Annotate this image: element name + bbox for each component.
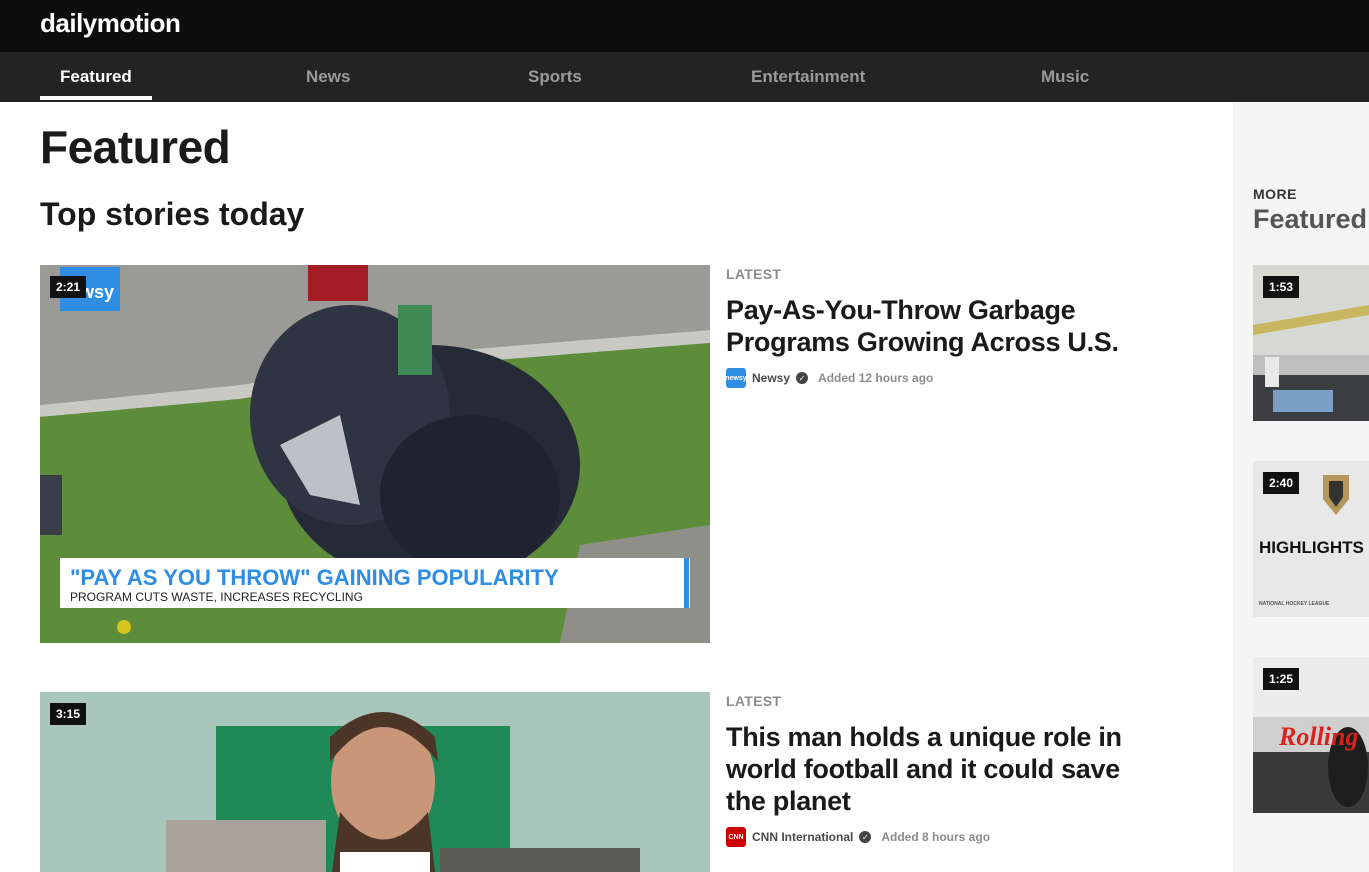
video-thumbnail[interactable]: 3:15 [40,692,710,872]
story-meta: LATEST Pay-As-You-Throw Garbage Programs… [725,265,1146,388]
byline: CNN CNN International ✓ Added 8 hours ag… [726,827,1146,847]
dailymotion-logo[interactable]: dailymotion [40,8,181,39]
more-title: Featured [1253,204,1368,234]
story-label: LATEST [726,693,782,709]
sidebar-video-card[interactable]: 1:53 [1253,265,1369,421]
duration-badge: 2:40 [1263,472,1300,494]
thumb-rolling-text: Rolling [1278,722,1358,751]
thumbnail-image [40,692,710,872]
channel-name[interactable]: Newsy [752,371,790,385]
tab-music[interactable]: Music [1041,52,1089,102]
story-title[interactable]: Pay-As-You-Throw Garbage Programs Growin… [726,294,1146,358]
duration-badge: 2:21 [50,276,87,298]
sidebar-video-card[interactable]: HIGHLIGHTS NATIONAL HOCKEY LEAGUE 2:40 [1253,461,1369,617]
overlay-headline: "PAY AS YOU THROW" GAINING POPULARITY [70,565,559,590]
video-thumbnail[interactable]: wsy "PAY AS YOU THROW" GAINING POPULARIT… [40,265,710,643]
verified-check-icon: ✓ [859,831,872,843]
category-nav: Featured News Sports Entertainment Music [0,52,1369,102]
story-card: 3:15 LATEST This man holds a unique role… [40,692,1190,872]
sidebar-video-card[interactable]: Rolling 1:25 [1253,657,1369,813]
story-meta: LATEST This man holds a unique role in w… [726,692,1146,847]
duration-badge: 1:25 [1263,668,1300,690]
added-time: Added 12 hours ago [818,371,934,385]
section-title: Top stories today [40,196,305,232]
thumb-highlights-text: HIGHLIGHTS [1259,538,1364,557]
overlay-subhead: PROGRAM CUTS WASTE, INCREASES RECYCLING [70,590,363,604]
cnn-channel-icon[interactable]: CNN [726,827,746,847]
tab-sports[interactable]: Sports [528,52,582,102]
thumb-league-text: NATIONAL HOCKEY LEAGUE [1259,601,1330,607]
verified-check-icon: ✓ [796,372,809,384]
story-title[interactable]: This man holds a unique role in world fo… [726,721,1146,817]
duration-badge: 1:53 [1263,276,1300,298]
thumbnail-image: wsy "PAY AS YOU THROW" GAINING POPULARIT… [40,265,710,643]
active-tab-indicator [40,96,152,100]
tab-entertainment[interactable]: Entertainment [751,52,865,102]
more-featured-sidebar: MORE Featured 1:53 HIGHLIGHTS NATIONAL H… [1233,102,1369,872]
tab-featured[interactable]: Featured [60,52,132,102]
page-title: Featured [40,121,231,173]
tab-news[interactable]: News [306,52,350,102]
story-label: LATEST [726,266,782,282]
byline: newsy Newsy ✓ Added 12 hours ago [725,368,1146,388]
newsy-channel-icon[interactable]: newsy [725,368,747,388]
more-label: MORE [1253,186,1297,202]
story-card: wsy "PAY AS YOU THROW" GAINING POPULARIT… [40,265,1190,645]
added-time: Added 8 hours ago [881,830,991,844]
duration-badge: 3:15 [50,703,87,725]
top-bar: dailymotion [0,0,1369,52]
channel-name[interactable]: CNN International [752,830,853,844]
